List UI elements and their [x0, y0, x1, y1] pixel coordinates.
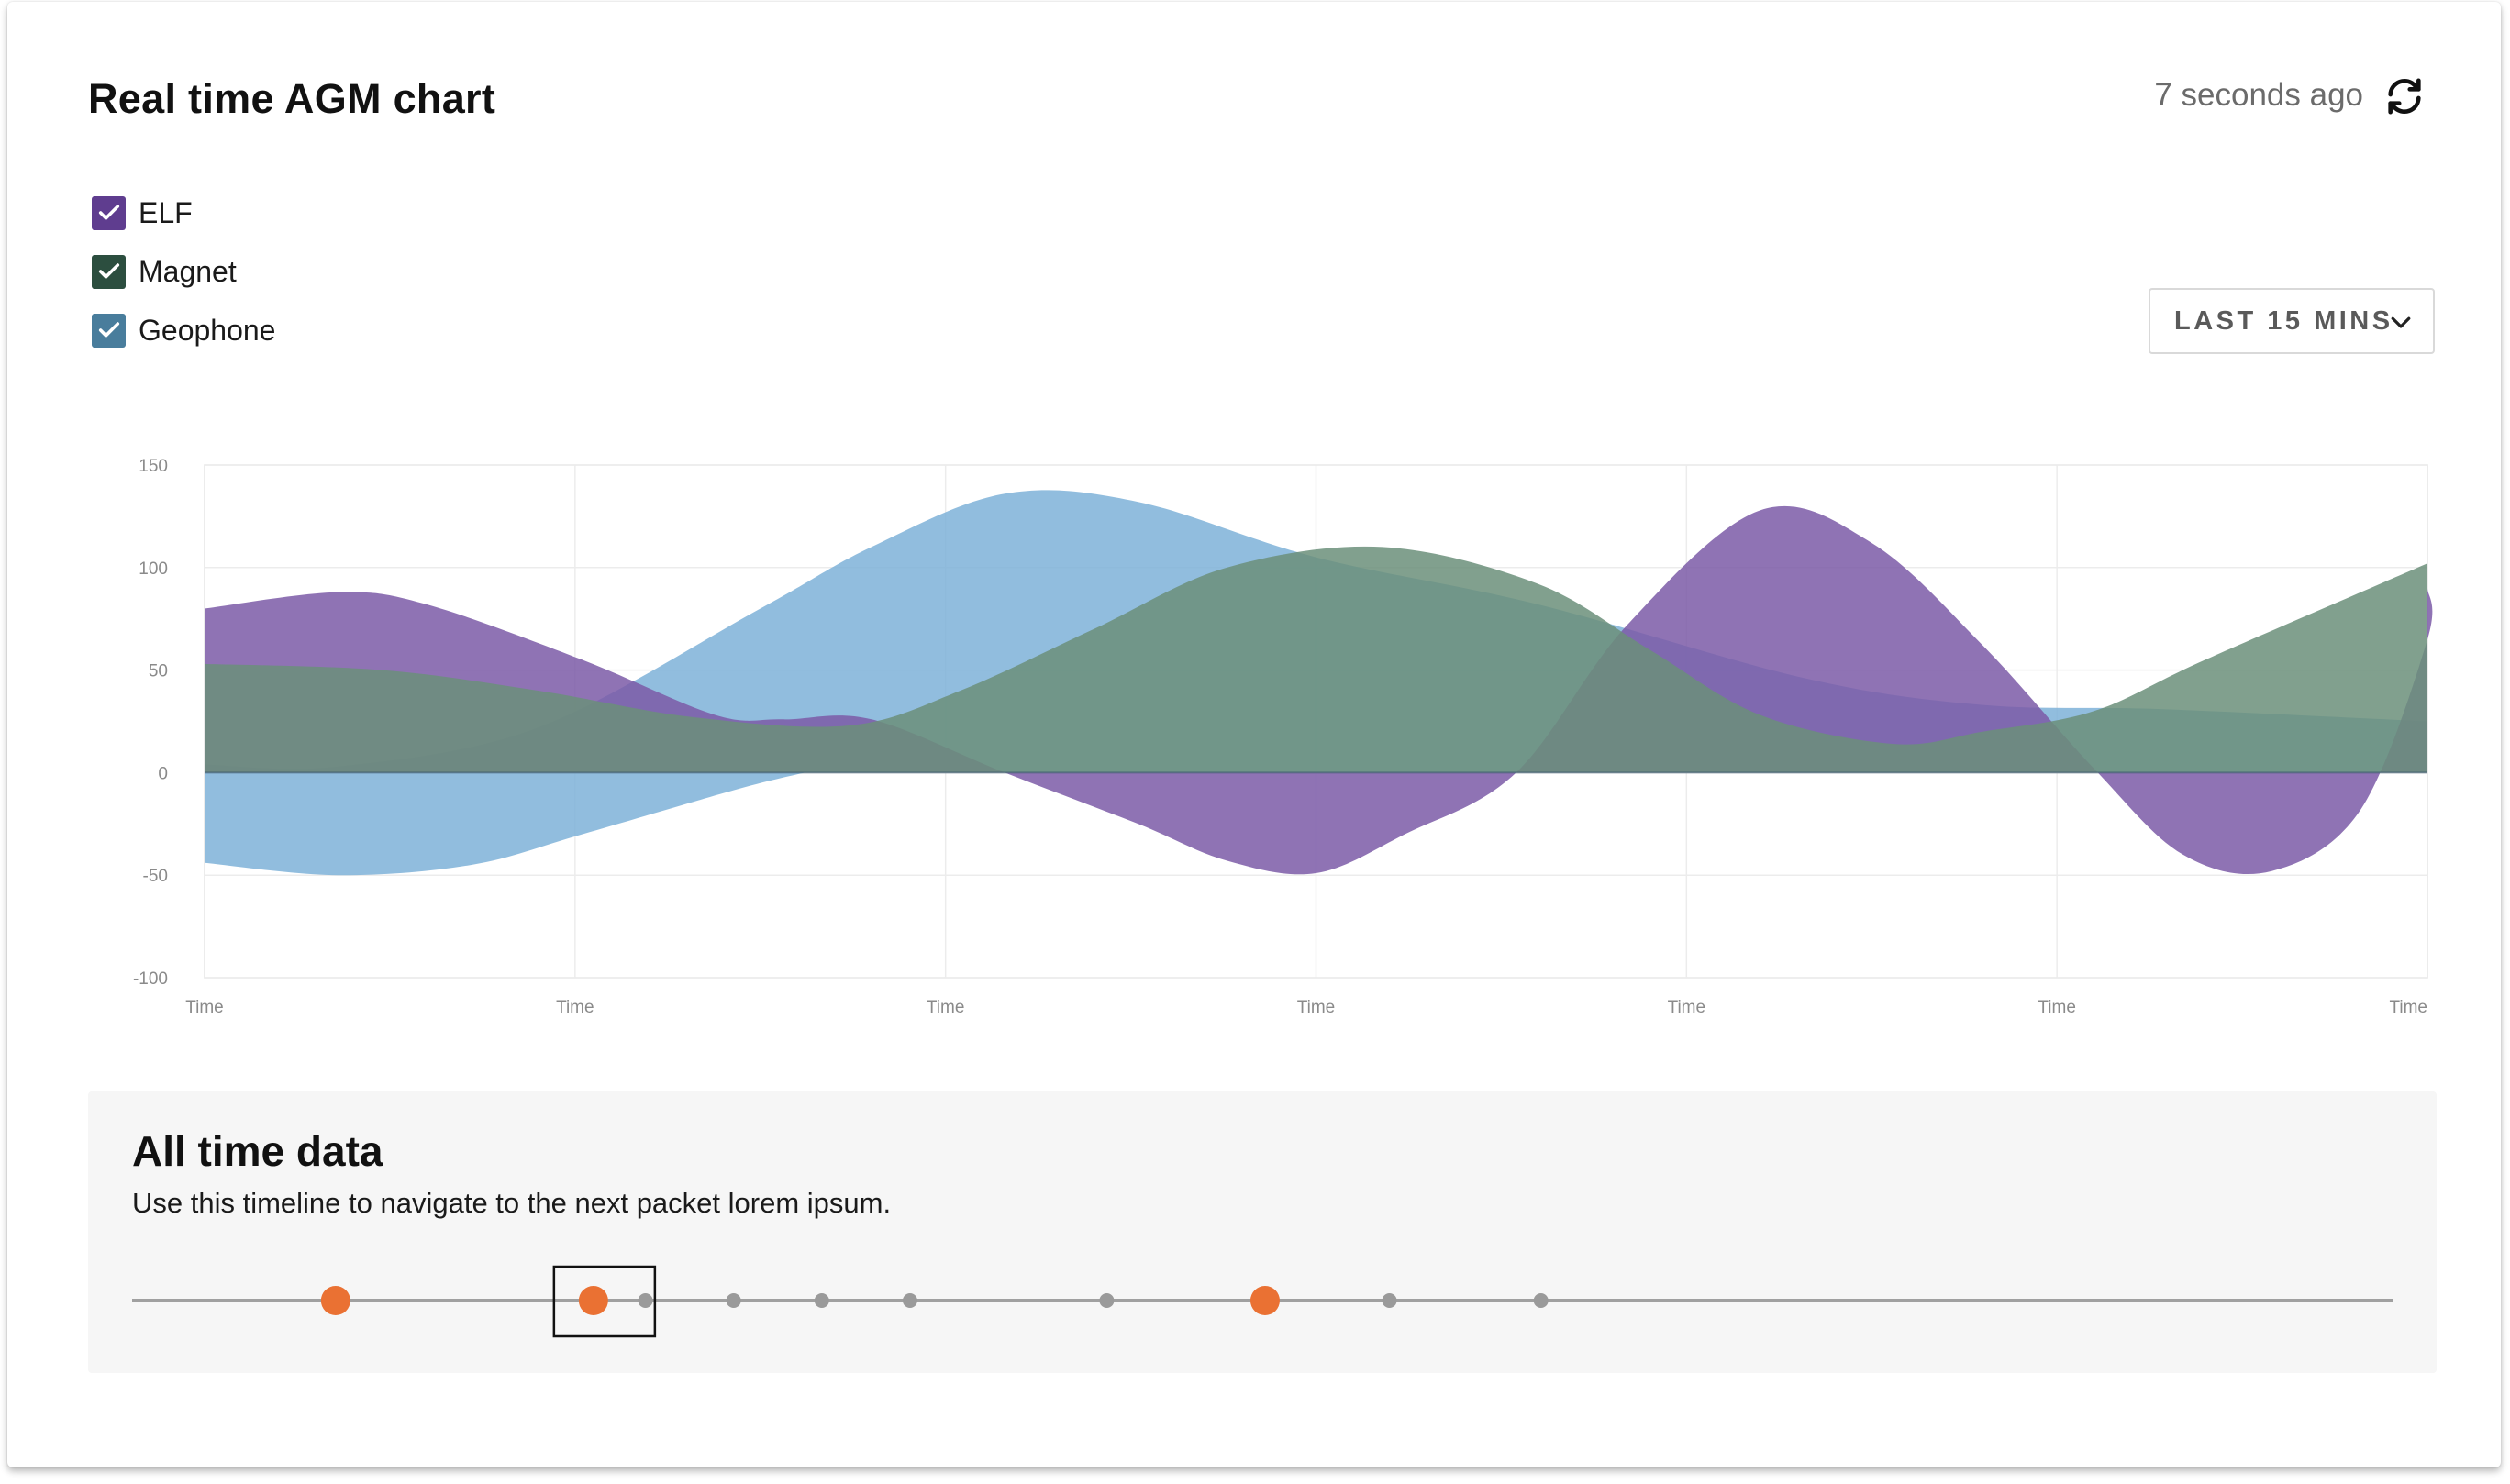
timeline-packet-major[interactable]: [1249, 1286, 1280, 1315]
x-tick-label: Time: [2038, 998, 2076, 1017]
timeline-packet-minor[interactable]: [902, 1293, 917, 1308]
timeline-packet-minor[interactable]: [638, 1293, 653, 1308]
x-tick-label: Time: [927, 998, 965, 1017]
x-tick-label: Time: [1297, 998, 1336, 1017]
x-tick-label: Time: [2389, 998, 2427, 1017]
timeline-packet-minor[interactable]: [1382, 1293, 1397, 1308]
chart-card: Real time AGM chart 7 seconds ago ELF Ma…: [7, 2, 2501, 1467]
timeline-packet-minor[interactable]: [1533, 1293, 1549, 1308]
geophone-area-negative: [205, 772, 805, 876]
series-areas: [205, 490, 2433, 876]
all-time-data-panel: All time data Use this timeline to navig…: [88, 1091, 2437, 1373]
timeline-packet-major[interactable]: [320, 1286, 350, 1315]
timeline-packet-major[interactable]: [578, 1286, 608, 1315]
timeline-packet-minor[interactable]: [814, 1293, 829, 1308]
x-tick-label: Time: [185, 998, 224, 1017]
x-tick-label: Time: [556, 998, 594, 1017]
y-tick-label: -50: [143, 867, 168, 886]
timeline-packet-minor[interactable]: [1099, 1293, 1115, 1308]
y-tick-label: 100: [139, 559, 168, 579]
timeline-packet-minor[interactable]: [726, 1293, 741, 1308]
y-tick-label: -100: [133, 969, 168, 989]
agm-area-chart: 150 100 50 0 -50 -100 Time Time Time Time Time Time…: [133, 457, 2433, 1017]
y-tick-label: 150: [139, 457, 168, 476]
y-tick-label: 50: [149, 662, 168, 681]
packet-timeline[interactable]: [88, 1091, 2437, 1373]
x-tick-label: Time: [1668, 998, 1706, 1017]
y-tick-label: 0: [158, 764, 168, 783]
